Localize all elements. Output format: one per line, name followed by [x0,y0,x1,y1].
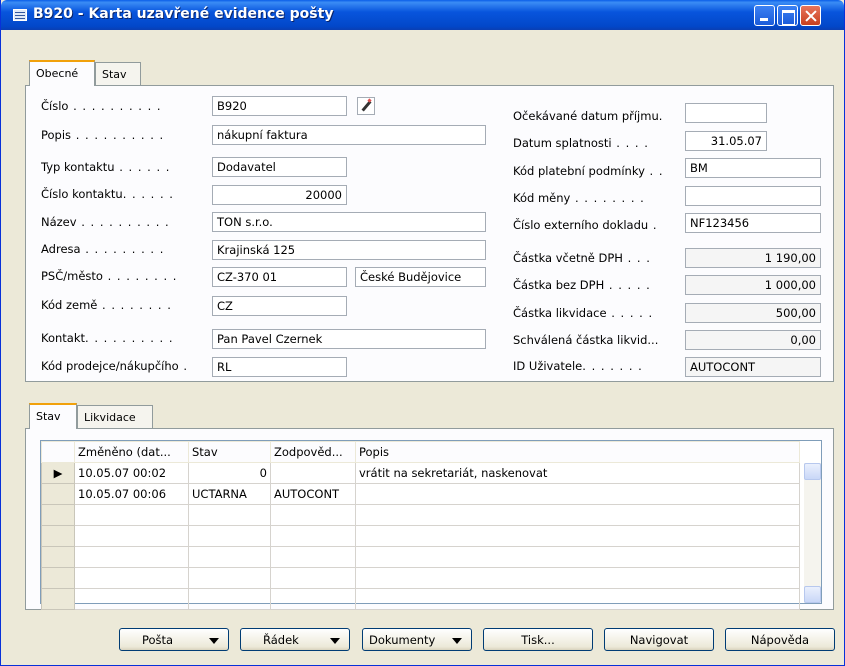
label-popis: Popis . . . . . . . . . . [41,128,165,142]
cell-changed[interactable]: 10.05.07 00:06 [74,483,189,505]
psc-field[interactable]: CZ-370 01 [212,267,347,287]
tab-stav[interactable]: Stav [95,62,141,86]
chevron-down-icon [209,638,219,644]
ocekavane-datum-field[interactable] [685,103,767,123]
cell-responsible[interactable]: AUTOCONT [270,483,356,505]
title-bar: B920 - Karta uzavřené evidence pošty [1,0,844,30]
label-kod-prodejce: Kód prodejce/nákupčího . [41,359,188,373]
column-header-status[interactable]: Stav [188,441,271,463]
label-cislo-kontaktu: Číslo kontaktu. . . . . . [41,187,174,201]
cell-status[interactable]: UCTARNA [188,483,271,505]
grid-header-corner [41,441,75,463]
table-row[interactable]: ▶ 10.05.07 00:02 0 vrátit na sekretariát… [41,462,800,484]
label-nazev: Název . . . . . . . . . . [41,215,170,229]
label-id-uzivatele: ID Uživatele. . . . . . . [513,359,643,373]
tab-stav-lines[interactable]: Stav [29,403,77,429]
posta-menu-button[interactable]: Pošta [119,628,229,651]
label-castka-vcetne-dph: Částka včetně DPH . . . [513,251,651,265]
castka-vcetne-dph-field[interactable]: 1 190,00 [685,248,821,268]
label-psc-mesto: PSČ/město . . . . . . . . [41,269,178,283]
edit-pencil-icon[interactable] [357,97,375,115]
tab-likvidace[interactable]: Likvidace [77,405,153,429]
cell-status[interactable]: 0 [188,462,271,484]
label-typ-kontaktu: Typ kontaktu . . . . . . [41,160,171,174]
status-grid[interactable]: Změněno (dat... Stav Zodpověd... Popis ▶… [40,440,822,610]
castka-likvidace-field[interactable]: 500,00 [685,303,821,323]
radek-menu-button[interactable]: Řádek [240,628,350,651]
label-ocekavane-datum: Očekávané datum příjmu. [513,109,664,123]
cell-responsible[interactable] [270,462,356,484]
napoveda-button[interactable]: Nápověda [725,628,835,651]
chevron-down-icon [452,638,462,644]
kod-zeme-field[interactable]: CZ [212,296,347,316]
scroll-down-arrow-icon[interactable] [804,586,821,603]
posta-label: Pošta [142,633,174,647]
kod-meny-field[interactable] [685,186,821,206]
table-row[interactable]: 10.05.07 00:06 UCTARNA AUTOCONT [41,483,800,505]
table-row[interactable] [41,567,800,589]
form-icon [13,9,27,21]
table-row[interactable] [41,504,800,526]
label-adresa: Adresa . . . . . . . . . [41,242,165,256]
column-header-description[interactable]: Popis [355,441,800,463]
row-selector[interactable] [41,525,75,547]
cislo-field[interactable]: B920 [212,96,347,116]
table-row[interactable] [41,525,800,547]
row-selector[interactable] [41,588,75,610]
datum-splatnosti-field[interactable]: 31.05.07 [685,131,767,151]
cell-description[interactable]: vrátit na sekretariát, naskenovat [355,462,800,484]
castka-bez-dph-field[interactable]: 1 000,00 [685,275,821,295]
mesto-field[interactable]: České Budějovice [355,267,486,287]
typ-kontaktu-field[interactable]: Dodavatel [212,157,347,177]
row-selector-current[interactable]: ▶ [41,462,75,484]
label-cislo-externiho: Číslo externího dokladu . [513,218,658,232]
row-selector[interactable] [41,567,75,589]
close-button[interactable] [800,5,821,26]
dokumenty-menu-button[interactable]: Dokumenty [362,628,472,651]
popis-field[interactable]: nákupní faktura [212,125,486,145]
label-schvalena-castka: Schválená částka likvid... [513,333,659,347]
kod-platebni-field[interactable]: BM [685,158,821,178]
card-window: B920 - Karta uzavřené evidence pošty Obe… [0,0,845,666]
cislo-kontaktu-field[interactable]: 20000 [212,185,347,205]
column-header-responsible[interactable]: Zodpověd... [270,441,356,463]
scroll-up-arrow-icon[interactable] [804,463,821,480]
adresa-field[interactable]: Krajinská 125 [212,240,486,260]
kontakt-field[interactable]: Pan Pavel Czernek [212,329,486,349]
id-uzivatele-field[interactable]: AUTOCONT [685,357,821,377]
label-datum-splatnosti: Datum splatnosti . . . . [513,136,649,150]
label-kod-zeme: Kód země . . . . . . . . [41,298,172,312]
table-row[interactable] [41,588,800,610]
minimize-button[interactable] [754,5,775,26]
label-kod-platebni: Kód platební podmínky . . [513,164,664,178]
row-selector[interactable] [41,504,75,526]
label-kontakt: Kontakt. . . . . . . . . . [41,331,174,345]
row-selector[interactable] [41,546,75,568]
vertical-scrollbar[interactable] [804,463,821,603]
row-selector[interactable] [41,483,75,505]
kod-prodejce-field[interactable]: RL [212,357,347,377]
label-kod-meny: Kód měny . . . . . . . . [513,191,645,205]
table-row[interactable] [41,546,800,568]
chevron-down-icon [330,638,340,644]
label-castka-likvidace: Částka likvidace . . . . . [513,306,654,320]
dokumenty-label: Dokumenty [369,633,436,647]
nazev-field[interactable]: TON s.r.o. [212,212,486,232]
cell-changed[interactable]: 10.05.07 00:02 [74,462,189,484]
tab-obecne[interactable]: Obecné [29,60,95,86]
cell-description[interactable] [355,483,800,505]
column-header-changed[interactable]: Změněno (dat... [74,441,189,463]
navigovat-button[interactable]: Navigovat [604,628,714,651]
label-castka-bez-dph: Částka bez DPH . . . . . [513,278,651,292]
schvalena-castka-field[interactable]: 0,00 [685,330,821,350]
label-cislo: Číslo . . . . . . . . . . [41,99,162,113]
radek-label: Řádek [263,633,299,647]
window-title: B920 - Karta uzavřené evidence pošty [33,6,334,22]
tisk-button[interactable]: Tisk... [483,628,593,651]
cislo-externiho-field[interactable]: NF123456 [685,213,821,233]
maximize-button[interactable] [777,5,798,26]
